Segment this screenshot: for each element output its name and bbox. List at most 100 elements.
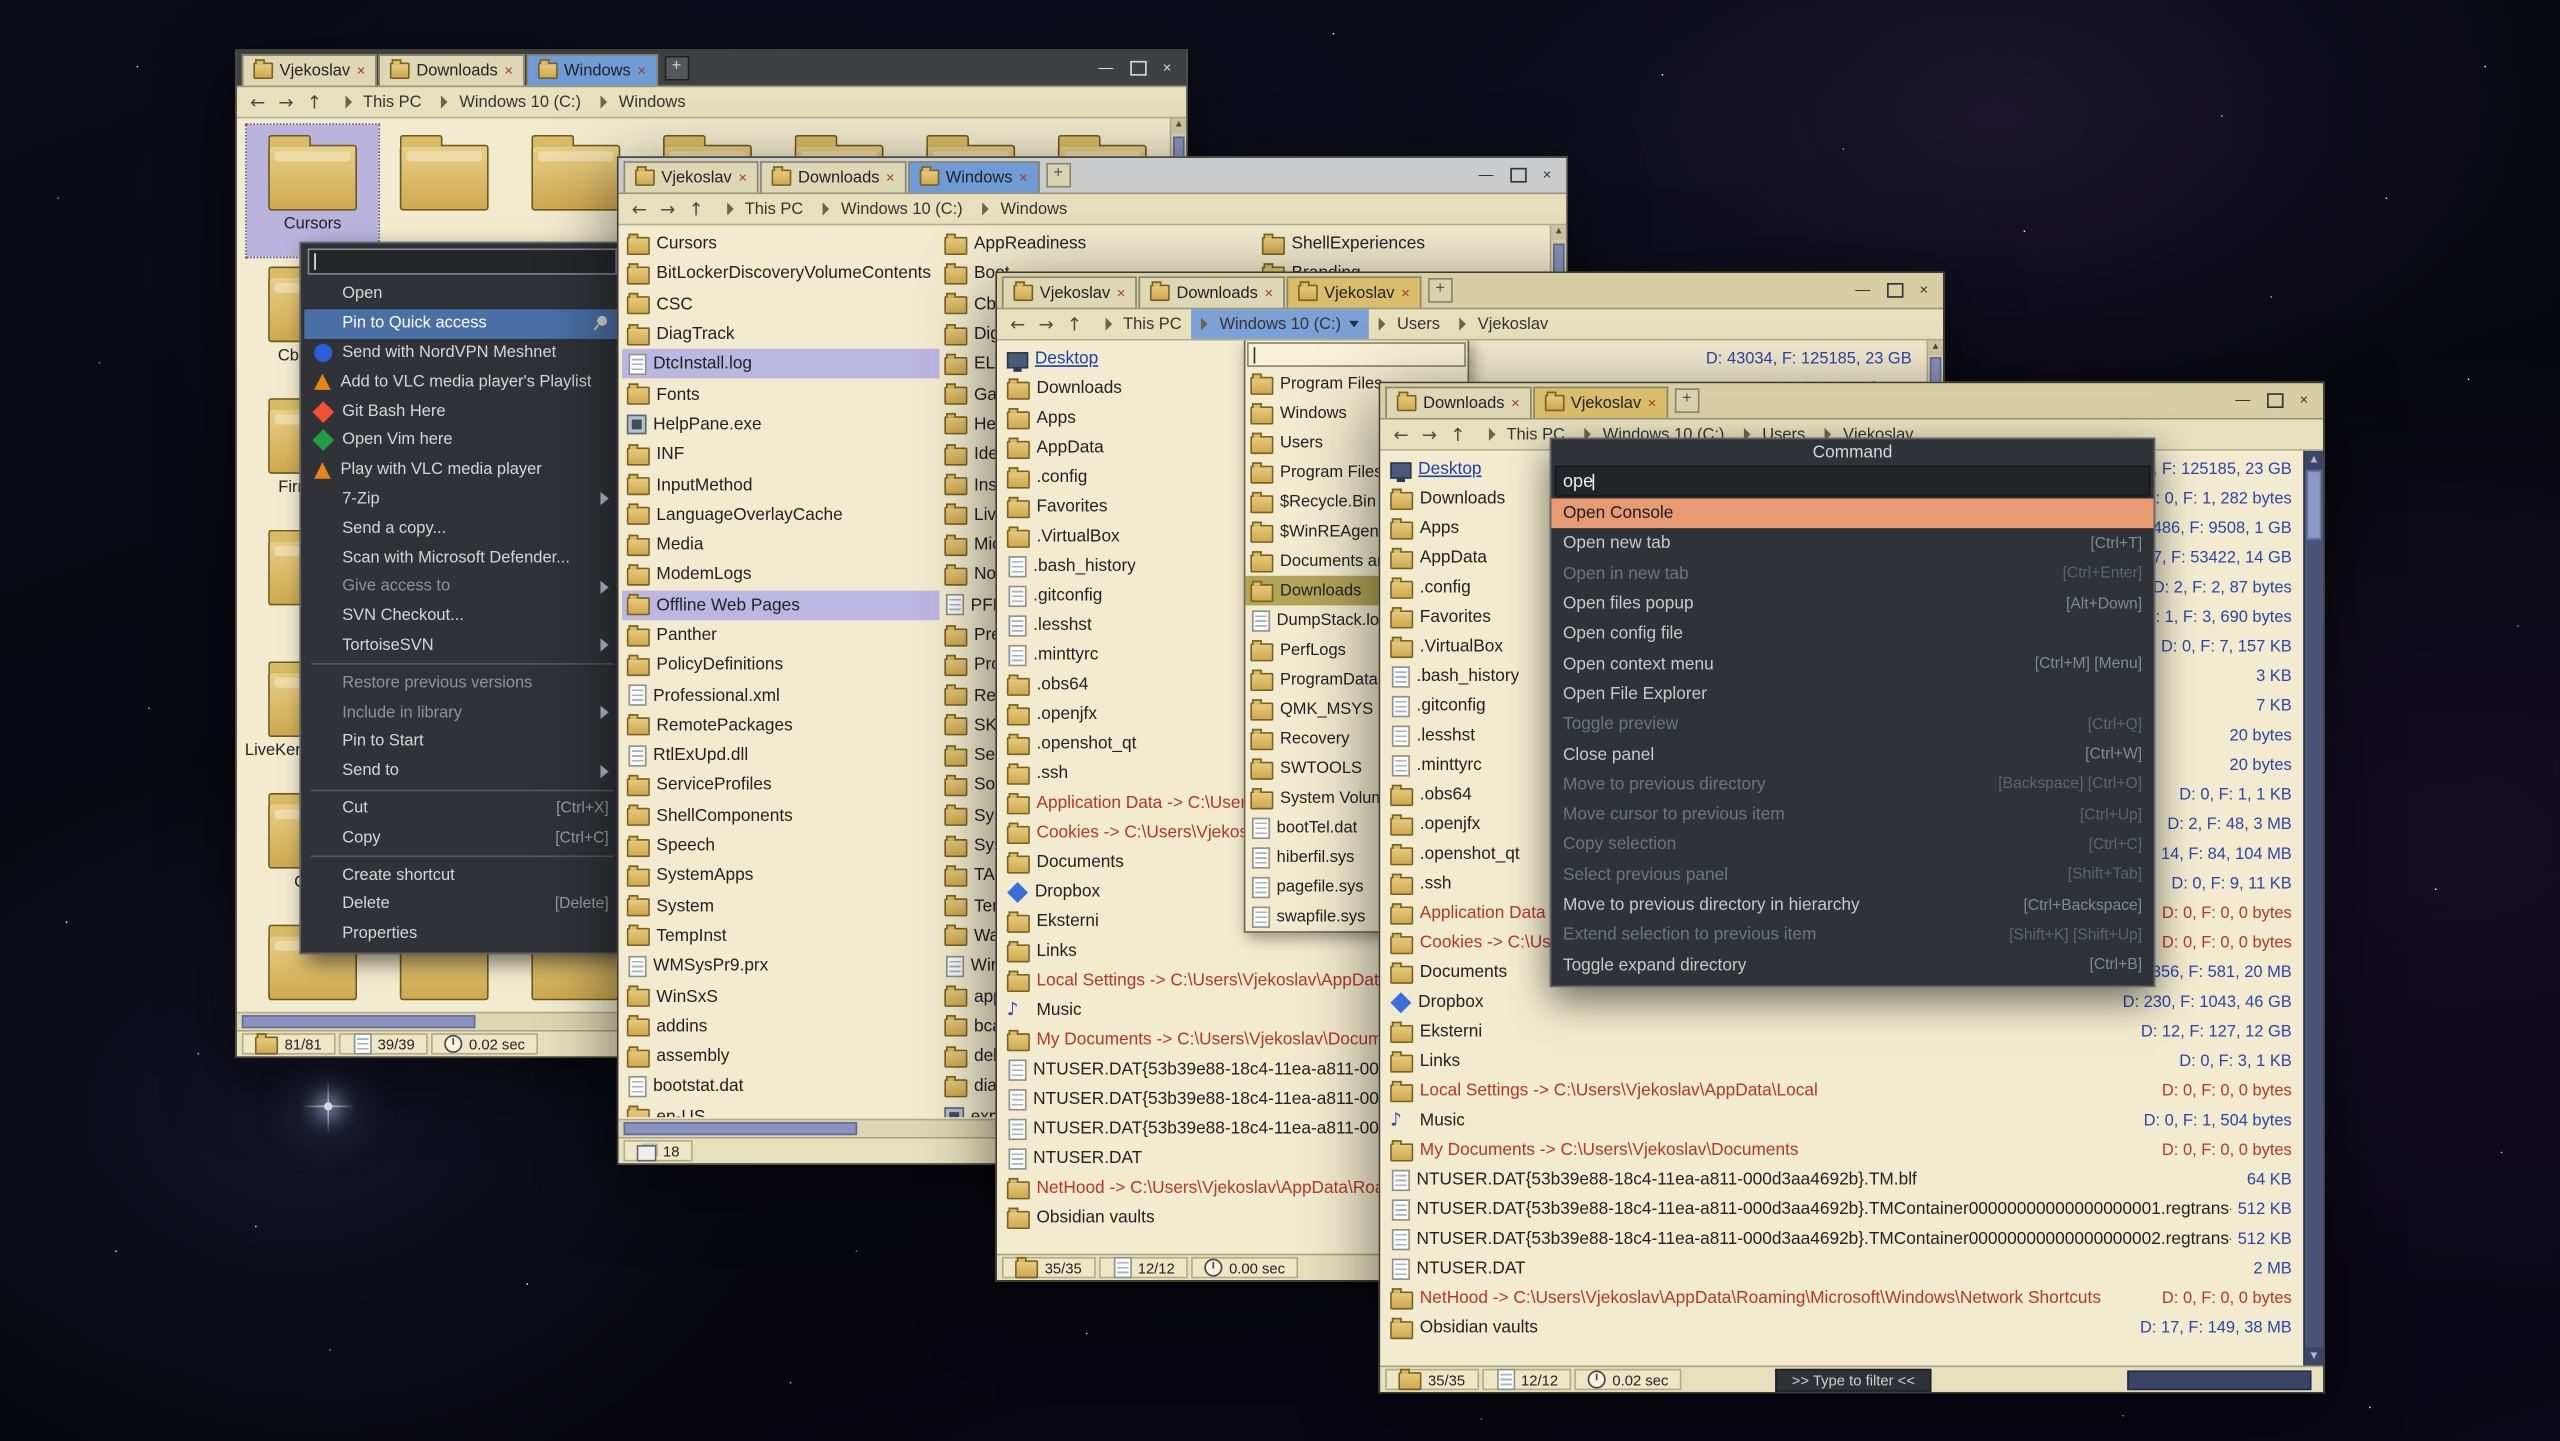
file-manager-window-4[interactable]: Downloads Vjekoslav + — × ← → ↑ This PCW… [1379,382,2325,1394]
file-row[interactable]: NetHood -> C:\Users\Vjekoslav\AppData\Ro… [1384,1283,2323,1313]
close-button[interactable]: × [1163,61,1172,76]
palette-item[interactable]: Extend selection to previous item [Shift… [1551,920,2153,950]
palette-item[interactable]: Move to previous directory in hierarchy … [1551,890,2153,920]
up-icon[interactable]: ↑ [1444,425,1472,443]
maximize-button[interactable] [2267,393,2283,408]
type-to-filter-hint[interactable]: >> Type to filter << [1775,1368,1931,1391]
file-row[interactable]: InputMethod [622,469,940,499]
status-filter-input[interactable] [2127,1370,2311,1390]
tab[interactable]: Windows [526,54,657,85]
file-row[interactable]: LanguageOverlayCache [622,500,940,530]
file-row[interactable]: bootstat.dat [622,1072,940,1102]
context-menu-item[interactable]: Add to VLC media player's Playlist [304,368,620,397]
up-icon[interactable]: ↑ [682,200,710,218]
new-tab-button[interactable]: + [664,56,689,81]
breadcrumb-item[interactable]: Windows 10 (C:) [431,87,590,117]
file-row[interactable]: NTUSER.DAT 2 MB [1384,1254,2323,1284]
tab[interactable]: Downloads [1139,276,1285,307]
tab[interactable]: Windows [908,161,1039,192]
tab-close-icon[interactable] [1511,396,1520,411]
tab[interactable]: Vjekoslav [1286,276,1421,307]
tab[interactable]: Vjekoslav [242,54,377,85]
context-menu-item[interactable]: Give access to [304,572,620,601]
back-icon[interactable]: ← [243,93,271,111]
file-row[interactable]: DiagTrack [622,319,940,349]
context-menu-item[interactable]: Restore previous versions [304,669,620,698]
context-menu-item[interactable]: Scan with Microsoft Defender... [304,543,620,572]
file-row[interactable]: Dropbox D: 230, F: 1043, 46 GB [1384,987,2323,1017]
context-menu-item[interactable]: Play with VLC media player [304,455,620,484]
palette-item[interactable]: Open in new tab [Ctrl+Enter] [1551,559,2153,589]
back-icon[interactable]: ← [1387,425,1415,443]
file-row[interactable]: Music D: 0, F: 1, 504 bytes [1384,1106,2323,1136]
close-button[interactable]: × [1920,283,1929,298]
tab[interactable]: Vjekoslav [1002,276,1137,307]
titlebar[interactable]: Vjekoslav Downloads Windows + — × [237,51,1186,86]
file-row[interactable]: My Documents -> C:\Users\Vjekoslav\Docum… [1384,1135,2323,1165]
file-row[interactable]: WinSxS [622,981,940,1011]
context-menu-item[interactable]: Copy [Ctrl+C] [304,823,620,852]
forward-icon[interactable]: → [654,200,682,218]
breadcrumb-item[interactable]: Windows [591,87,696,117]
file-row[interactable]: ServiceProfiles [622,771,940,801]
file-row[interactable]: Panther [622,620,940,650]
file-icon-item[interactable]: Cursors [247,125,379,257]
file-row[interactable]: Links D: 0, F: 3, 1 KB [1384,1046,2323,1076]
breadcrumb-item[interactable]: This PC [1095,309,1191,339]
scroll-up-icon[interactable]: ▲ [1928,341,1943,356]
file-row[interactable]: Fonts [622,379,940,409]
file-icon-item[interactable] [378,125,510,257]
file-row[interactable]: Obsidian vaults D: 17, F: 149, 38 MB [1384,1313,2323,1343]
minimize-button[interactable]: — [1099,61,1114,76]
file-row[interactable]: Offline Web Pages [622,590,940,620]
scroll-down-icon[interactable]: ▼ [2305,1347,2323,1365]
breadcrumb-item[interactable]: Windows [973,194,1078,224]
context-menu-item[interactable]: TortoiseSVN [304,631,620,660]
minimize-button[interactable]: — [1855,283,1870,298]
tab-close-icon[interactable] [637,63,646,78]
palette-item[interactable]: Open new tab [Ctrl+T] [1551,529,2153,559]
palette-item[interactable]: Copy selection [Ctrl+C] [1551,830,2153,860]
titlebar[interactable]: Vjekoslav Downloads Vjekoslav + — × [997,273,1943,308]
file-row[interactable]: NTUSER.DAT{53b39e88-18c4-11ea-a811-000d3… [1384,1194,2323,1224]
tab-close-icon[interactable] [1019,170,1028,185]
context-menu-item[interactable]: Pin to Start [304,727,620,756]
file-row[interactable]: NTUSER.DAT{53b39e88-18c4-11ea-a811-000d3… [1384,1224,2323,1254]
file-row[interactable]: WMSysPr9.prx [622,951,940,981]
palette-item[interactable]: Open config file [1551,619,2153,649]
breadcrumb-item[interactable]: This PC [717,194,813,224]
forward-icon[interactable]: → [1032,315,1060,333]
file-row[interactable]: ShellExperiences [1257,229,1550,259]
palette-item[interactable]: Toggle expand directory [Ctrl+B] [1551,950,2153,980]
new-tab-button[interactable]: + [1675,388,1700,413]
palette-item[interactable]: Move cursor to previous item [Ctrl+Up] [1551,800,2153,830]
maximize-button[interactable] [1130,61,1146,76]
file-row[interactable]: Media [622,530,940,560]
tab-close-icon[interactable] [504,63,513,78]
file-row[interactable]: RemotePackages [622,710,940,740]
file-row[interactable]: Speech [622,831,940,861]
back-icon[interactable]: ← [625,200,653,218]
vertical-scrollbar[interactable]: ▲ ▼ [2303,451,2323,1366]
context-menu-item[interactable]: 7-Zip [304,485,620,514]
file-row[interactable]: System [622,891,940,921]
file-row[interactable]: SystemApps [622,861,940,891]
file-row[interactable]: CSC [622,289,940,319]
palette-item[interactable]: Toggle preview [Ctrl+Q] [1551,709,2153,739]
tab-close-icon[interactable] [886,170,895,185]
tab-close-icon[interactable] [1117,285,1126,300]
up-icon[interactable]: ↑ [1060,315,1088,333]
scrollbar-thumb[interactable] [624,1122,858,1135]
tab-close-icon[interactable] [357,63,366,78]
palette-input[interactable]: ope [1555,466,2151,497]
minimize-button[interactable]: — [1479,168,1494,183]
file-row[interactable]: assembly [622,1041,940,1071]
tab[interactable]: Downloads [1385,387,1531,418]
file-row[interactable]: BitLockerDiscoveryVolumeContents [622,259,940,289]
file-row[interactable]: HelpPane.exe [622,409,940,439]
context-menu-item[interactable]: Open Vim here [304,426,620,455]
tab[interactable]: Vjekoslav [624,161,759,192]
jump-filter-input[interactable] [1247,342,1466,367]
context-menu-item[interactable]: Create shortcut [304,861,620,890]
tab[interactable]: Vjekoslav [1533,387,1668,418]
